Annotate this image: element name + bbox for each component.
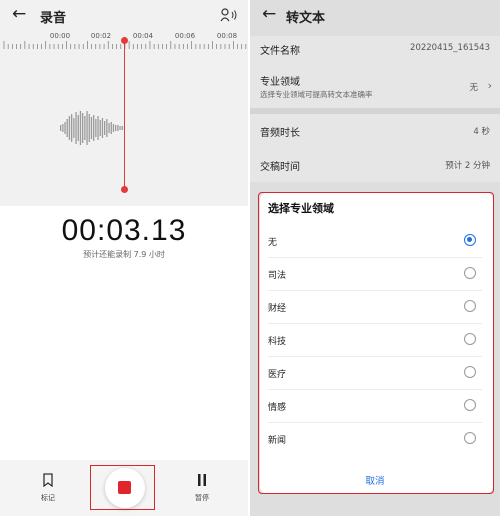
waveform-bar bbox=[71, 114, 73, 142]
pause-icon bbox=[198, 474, 206, 486]
pause-label: 暂停 bbox=[195, 494, 209, 502]
field-sub-label: 选择专业领域可提高转文本准确率 bbox=[260, 90, 373, 99]
playhead-line bbox=[124, 40, 125, 190]
timeline-label: 00:04 bbox=[132, 32, 154, 40]
waveform-bar bbox=[73, 118, 75, 138]
timeline-label: 00:00 bbox=[49, 32, 71, 40]
waveform-bar bbox=[97, 116, 99, 140]
file-name-value: 20220415_161543 bbox=[410, 43, 490, 53]
waveform-bar bbox=[64, 122, 66, 134]
waveform bbox=[60, 111, 126, 145]
waveform-bar bbox=[82, 113, 84, 143]
field-row[interactable]: 专业领域 选择专业领域可提高转文本准确率 无 › bbox=[250, 64, 500, 108]
chevron-right-icon: › bbox=[487, 79, 492, 92]
waveform-bar bbox=[104, 121, 106, 135]
bookmark-icon bbox=[43, 473, 53, 488]
mark-label: 标记 bbox=[41, 494, 55, 502]
waveform-bar bbox=[106, 119, 108, 137]
back-arrow-icon[interactable]: ← bbox=[12, 6, 28, 23]
delivery-row: 交稿时间 预计 2 分钟 bbox=[250, 148, 500, 182]
waveform-bar bbox=[77, 115, 79, 141]
pause-button[interactable]: 暂停 bbox=[188, 472, 216, 503]
duration-value: 4 秒 bbox=[473, 127, 490, 137]
timeline-label: 00:08 bbox=[216, 32, 238, 40]
waveform-bar bbox=[90, 117, 93, 139]
mic-settings-icon[interactable] bbox=[220, 8, 238, 22]
waveform-bar bbox=[66, 119, 68, 137]
waveform-bar bbox=[101, 118, 104, 138]
back-arrow-icon[interactable]: ← bbox=[262, 6, 278, 23]
waveform-bar bbox=[117, 125, 119, 131]
waveform-bar bbox=[79, 111, 82, 145]
waveform-bar bbox=[60, 125, 62, 131]
waveform-bar bbox=[93, 115, 95, 141]
waveform-bar bbox=[108, 123, 110, 133]
waveform-bar bbox=[86, 111, 88, 145]
mark-button[interactable]: 标记 bbox=[36, 472, 60, 503]
playhead-handle[interactable] bbox=[121, 37, 128, 44]
waveform-bar bbox=[99, 120, 101, 136]
timeline-label: 00:02 bbox=[90, 32, 112, 40]
waveform-bar bbox=[119, 126, 121, 130]
stop-icon bbox=[118, 481, 131, 494]
waveform-bar bbox=[62, 124, 64, 132]
recorder-screen: ← 录音 00:00 00:02 00:04 00:06 00:08 00:03… bbox=[0, 0, 248, 516]
recorder-title: 录音 bbox=[40, 11, 67, 26]
waveform-bar bbox=[88, 114, 90, 142]
waveform-bar bbox=[75, 112, 77, 144]
duration-label: 音频时长 bbox=[260, 128, 300, 139]
highlight-frame bbox=[258, 192, 494, 494]
waveform-bar bbox=[115, 125, 117, 131]
timeline-label: 00:06 bbox=[174, 32, 196, 40]
remaining-time-text: 预计还能录制 7.9 小时 bbox=[83, 250, 165, 259]
transcribe-title: 转文本 bbox=[286, 11, 326, 26]
file-name-row: 文件名称 20220415_161543 bbox=[250, 36, 500, 64]
waveform-bar bbox=[84, 116, 86, 140]
recording-timer: 00:03.13 bbox=[61, 214, 187, 247]
duration-row: 音频时长 4 秒 bbox=[250, 114, 500, 148]
delivery-value: 预计 2 分钟 bbox=[445, 161, 490, 171]
waveform-bar bbox=[112, 124, 115, 132]
waveform-bar bbox=[95, 119, 97, 137]
waveform-bar bbox=[110, 122, 112, 134]
recorder-top-bar: ← 录音 bbox=[0, 0, 248, 32]
waveform-bar bbox=[68, 116, 71, 140]
delivery-label: 交稿时间 bbox=[260, 162, 300, 173]
waveform-bar bbox=[121, 126, 123, 130]
playhead-handle[interactable] bbox=[121, 186, 128, 193]
file-name-label: 文件名称 bbox=[260, 46, 300, 57]
field-label: 专业领域 bbox=[260, 77, 300, 88]
field-value: 无 bbox=[469, 83, 478, 93]
